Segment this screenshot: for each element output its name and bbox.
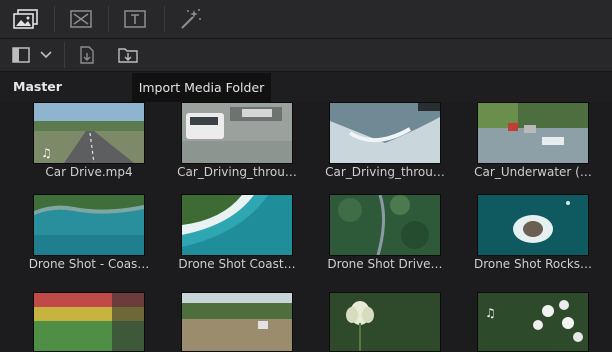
audio-icon: ♫ — [485, 306, 496, 320]
clip-car-driving-1[interactable]: Car_Driving_throu… — [177, 102, 297, 182]
clip-car-underwater[interactable]: Car_Underwater (… — [474, 102, 592, 182]
import-media-icon[interactable] — [76, 44, 98, 66]
bin-title: Master — [13, 79, 62, 94]
clip-thumbnail[interactable] — [329, 292, 441, 352]
clip-drone-rocks[interactable]: Drone Shot Rocks… — [474, 194, 592, 274]
toolbar-divider — [54, 6, 55, 32]
clip-name: Car_Driving_throu… — [325, 165, 445, 179]
effects-icon[interactable] — [68, 8, 94, 30]
clip-thumbnail[interactable] — [329, 194, 441, 256]
titles-icon[interactable] — [122, 8, 148, 30]
clip-thumbnail[interactable] — [181, 292, 293, 352]
clip-name: Car_Underwater (… — [474, 165, 592, 179]
clip-drone-coast-1[interactable]: Drone Shot - Coas… — [29, 194, 149, 274]
clip-drone-drive[interactable]: Drone Shot Drive… — [327, 194, 443, 274]
toolbar-divider — [64, 42, 65, 68]
audio-icon: ♫ — [41, 146, 52, 160]
clip-thumbnail[interactable] — [477, 102, 589, 164]
clip-thumbnail[interactable] — [33, 194, 145, 256]
clip-thumbnail[interactable] — [181, 194, 293, 256]
clip-car-drive[interactable]: ♫ Car Drive.mp4 — [33, 102, 145, 182]
clip-thumbnail[interactable] — [33, 292, 145, 352]
clip-name: Car_Driving_throu… — [177, 165, 297, 179]
panel-toggle-icon[interactable] — [10, 45, 32, 65]
clip-name: Drone Shot Coast… — [178, 257, 296, 271]
clip-thumbnail[interactable]: ♫ — [477, 292, 589, 352]
clip-drone-coast-2[interactable]: Drone Shot Coast… — [178, 194, 296, 274]
clip-name: Car Drive.mp4 — [45, 165, 133, 179]
clip-thumbnail[interactable] — [181, 102, 293, 164]
media-pool-icon[interactable] — [12, 8, 40, 30]
clip-name: Drone Shot - Coas… — [28, 257, 150, 271]
clip-thumbnail[interactable]: ♫ — [33, 102, 145, 164]
clip-name: Drone Shot Drive… — [327, 257, 443, 271]
import-media-folder-tooltip: Import Media Folder — [132, 73, 271, 102]
clip-white-flowers[interactable]: ♫ — [477, 292, 589, 352]
bin-header — [0, 72, 612, 102]
chevron-down-icon[interactable] — [38, 47, 54, 63]
clip-lotus[interactable] — [329, 292, 441, 352]
top-toolbar — [0, 0, 612, 39]
toolbar-divider — [164, 6, 165, 32]
import-folder-icon[interactable] — [116, 44, 140, 66]
media-pool-toolbar — [0, 39, 612, 72]
clip-color-bars[interactable] — [33, 292, 145, 352]
toolbar-divider — [108, 6, 109, 32]
clip-name: Drone Shot Rocks… — [473, 257, 593, 271]
clip-thumbnail[interactable] — [477, 194, 589, 256]
magic-wand-icon[interactable] — [178, 6, 204, 32]
clip-thumbnail[interactable] — [329, 102, 441, 164]
clip-car-driving-2[interactable]: Car_Driving_throu… — [325, 102, 445, 182]
clip-flood-street[interactable] — [181, 292, 293, 352]
